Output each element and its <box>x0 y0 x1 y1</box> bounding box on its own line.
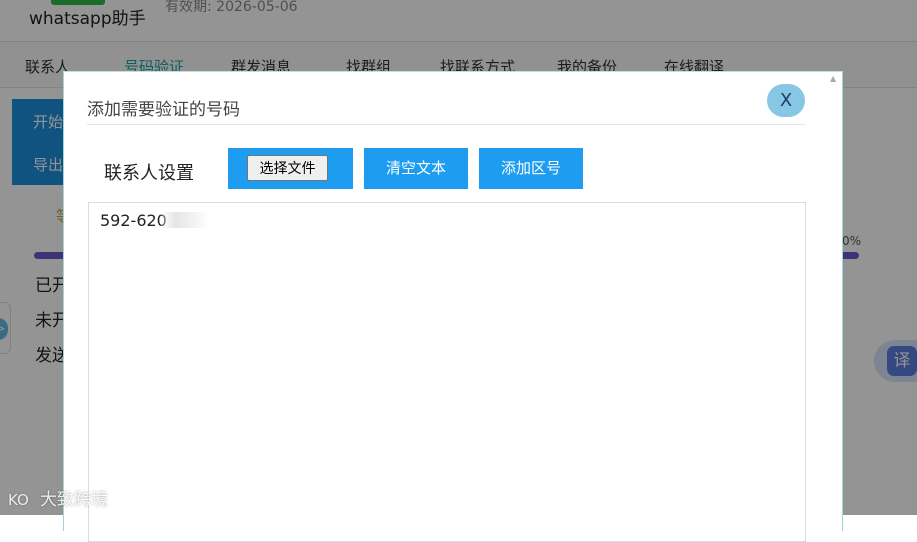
app-window: whatsapp助手 有效期: 2026-05-06 联系人 号码验证 群发消息… <box>0 0 917 542</box>
clear-text-button[interactable]: 清空文本 <box>364 148 468 189</box>
watermark-text: 大致跨境 <box>40 490 108 510</box>
contact-settings-label: 联系人设置 <box>104 163 194 184</box>
close-button[interactable]: X <box>767 84 805 117</box>
svg-text:KO: KO <box>8 491 29 508</box>
add-numbers-dialog: ▲ 添加需要验证的号码 X 联系人设置 选择文件 清空文本 添加区号 592-6… <box>63 71 843 542</box>
numbers-textarea[interactable]: 592-620 <box>88 202 806 542</box>
watermark-logo-icon: KO <box>8 491 29 508</box>
textarea-value: 592-620 <box>100 211 167 230</box>
add-area-code-button[interactable]: 添加区号 <box>479 148 583 189</box>
choose-file-button[interactable]: 选择文件 <box>247 155 328 181</box>
scroll-up-icon[interactable]: ▲ <box>830 74 836 83</box>
redacted-blur <box>160 212 209 228</box>
watermark: KO 大致跨境 <box>8 485 108 510</box>
dialog-title: 添加需要验证的号码 <box>87 100 240 120</box>
dialog-divider <box>87 124 805 125</box>
